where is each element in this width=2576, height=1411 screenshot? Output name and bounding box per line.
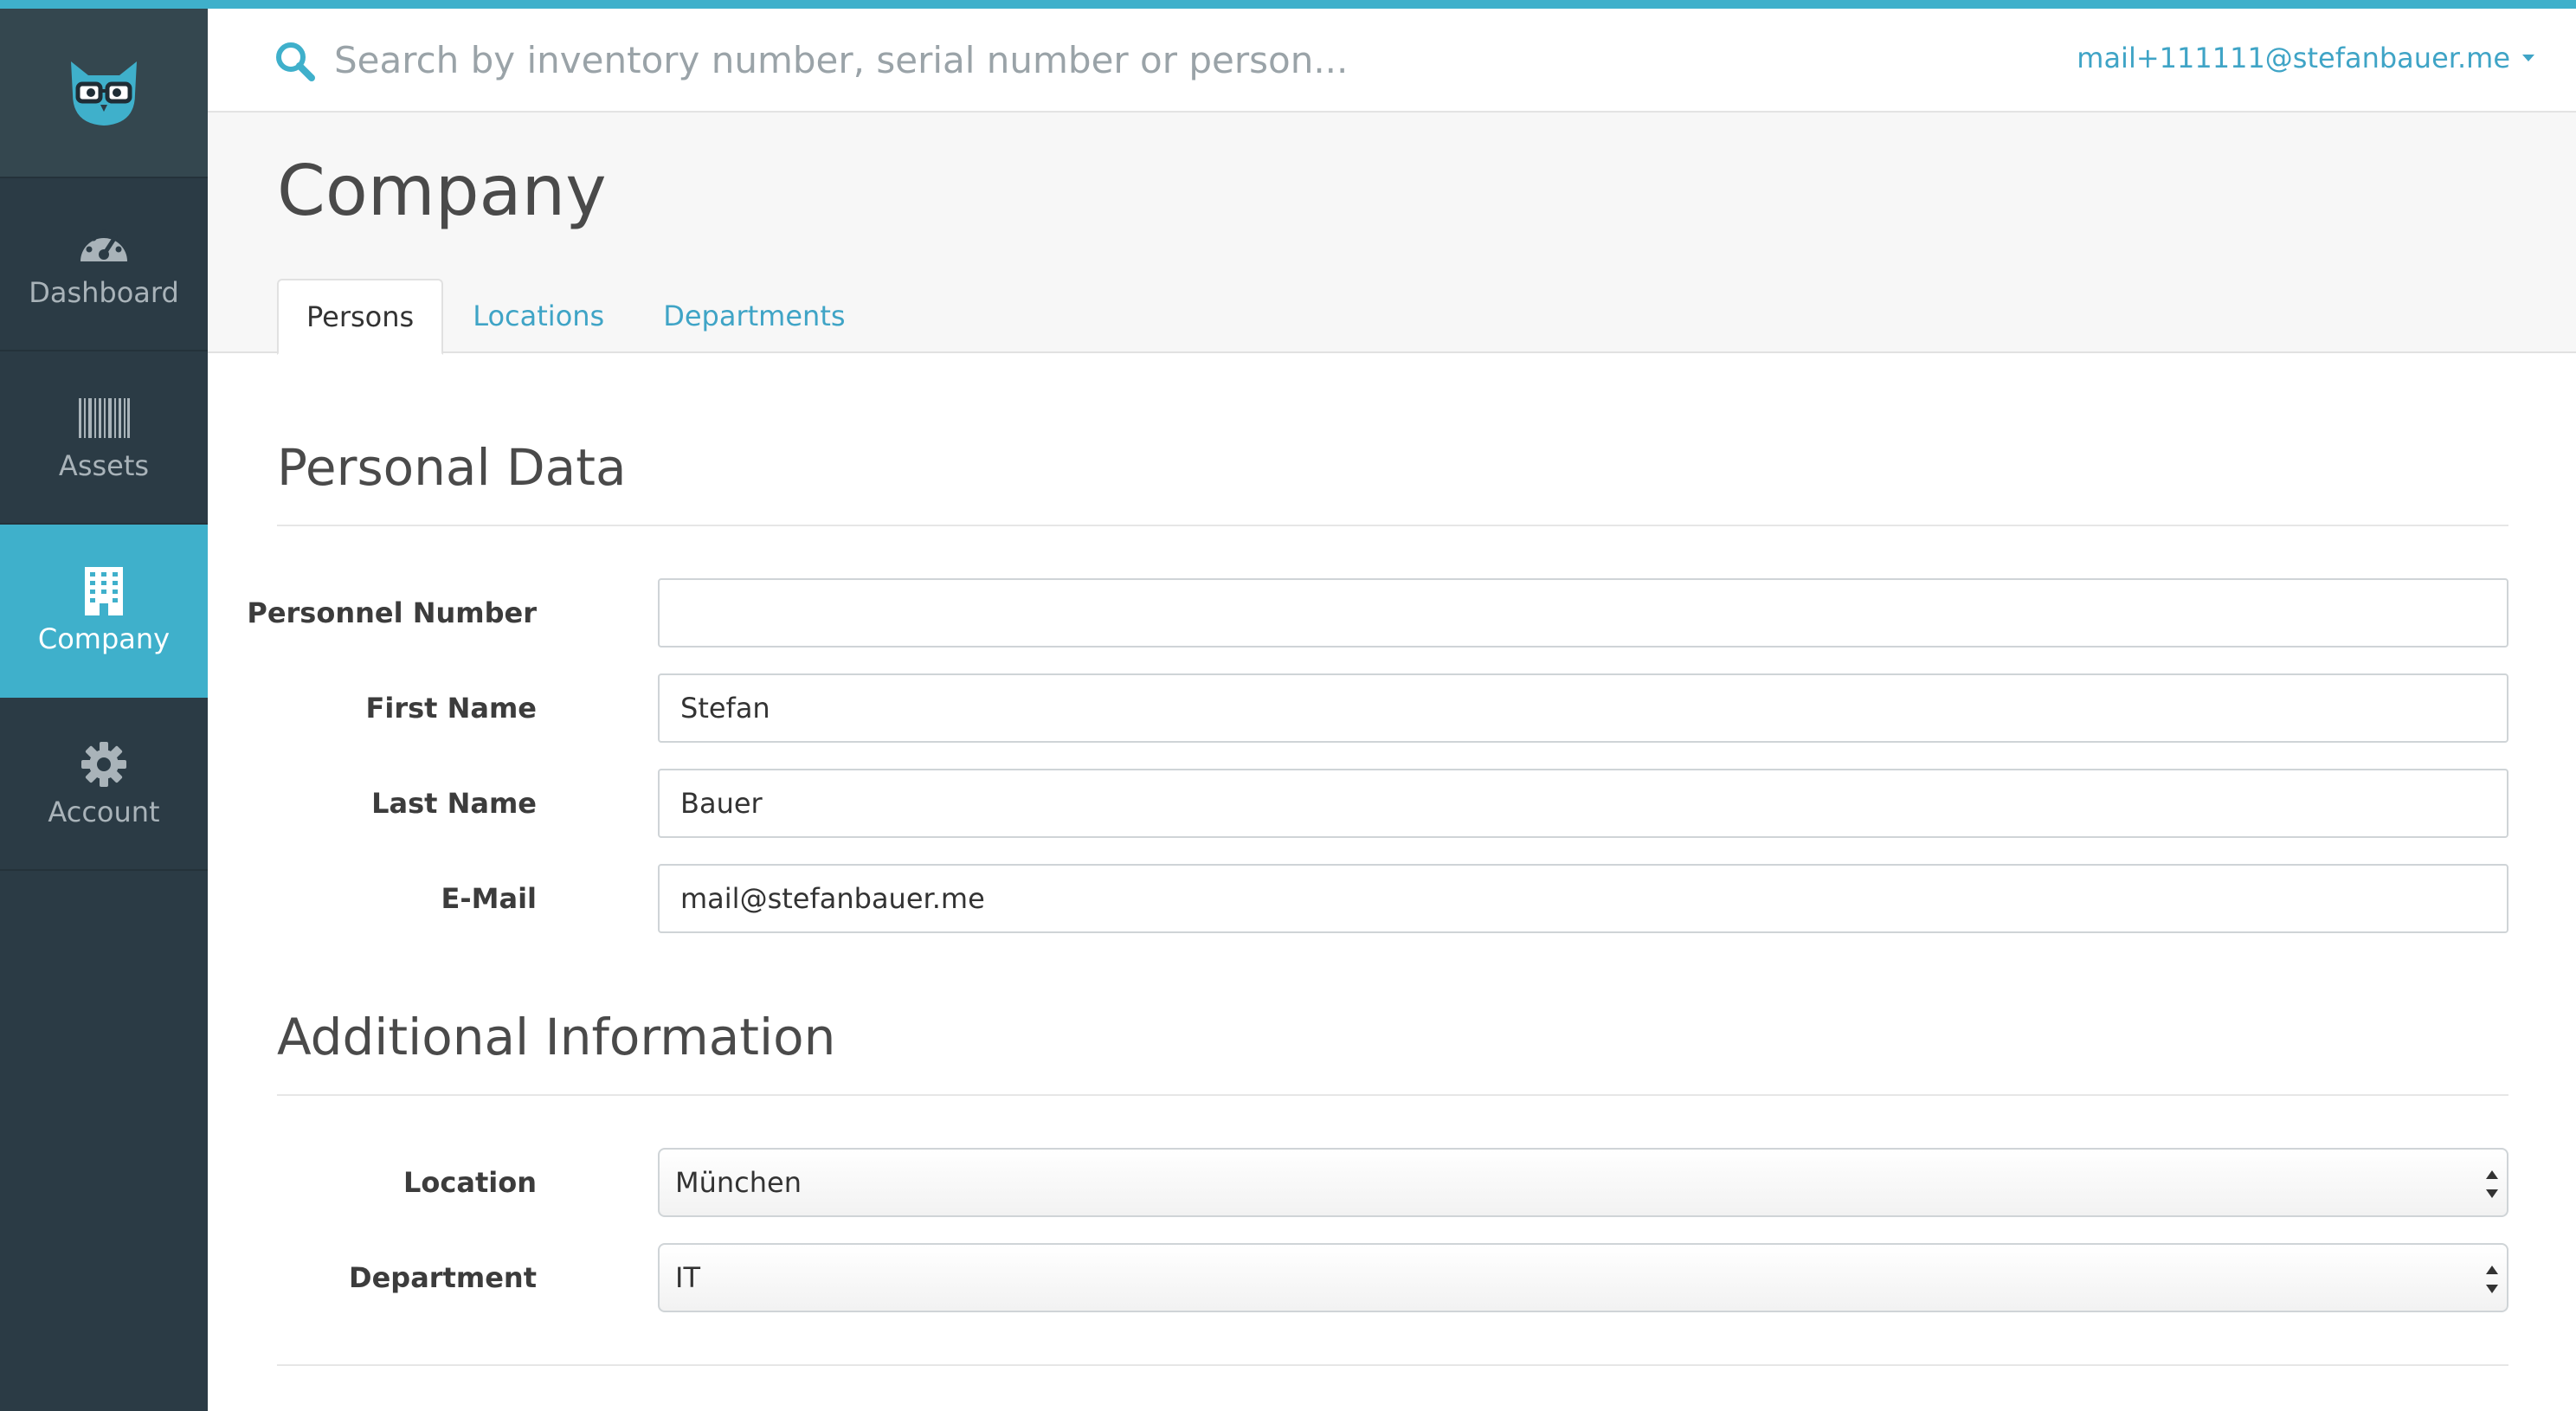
building-icon xyxy=(83,565,125,617)
form-row-email: E-Mail xyxy=(277,864,2508,933)
form-row-last-name: Last Name xyxy=(277,769,2508,838)
location-selected-value: München xyxy=(675,1166,802,1199)
form-bottom-divider xyxy=(277,1364,2508,1366)
select-arrows-icon xyxy=(2486,1169,2498,1200)
tab-locations[interactable]: Locations xyxy=(443,279,634,353)
sidebar-item-label: Assets xyxy=(58,449,150,482)
sidebar-item-company[interactable]: Company xyxy=(0,525,208,698)
department-label: Department xyxy=(349,1261,537,1294)
page-header: Company Persons Locations Departments xyxy=(208,113,2576,355)
barcode-icon xyxy=(77,392,131,444)
tab-bar: Persons Locations Departments xyxy=(277,279,875,355)
email-label: E-Mail xyxy=(441,882,537,915)
owl-logo-icon xyxy=(71,61,137,126)
first-name-field[interactable] xyxy=(658,673,2508,743)
top-accent-bar xyxy=(0,0,2576,9)
section-divider xyxy=(277,525,2508,526)
personal-data-heading: Personal Data xyxy=(277,438,627,497)
search-icon[interactable] xyxy=(274,40,317,87)
form-row-location: Location München xyxy=(277,1148,2508,1217)
additional-information-heading: Additional Information xyxy=(277,1008,836,1066)
user-menu[interactable]: mail+111111@stefanbauer.me xyxy=(2077,42,2534,74)
last-name-field[interactable] xyxy=(658,769,2508,838)
tab-departments[interactable]: Departments xyxy=(634,279,874,353)
sidebar-item-account[interactable]: Account xyxy=(0,698,208,871)
user-email: mail+111111@stefanbauer.me xyxy=(2077,42,2510,74)
sidebar-item-assets[interactable]: Assets xyxy=(0,351,208,525)
personnel-number-field[interactable] xyxy=(658,578,2508,648)
logo[interactable] xyxy=(0,9,208,178)
sidebar-item-dashboard[interactable]: Dashboard xyxy=(0,178,208,351)
gear-icon xyxy=(80,738,128,790)
sidebar-item-label: Company xyxy=(37,622,171,655)
personnel-number-label: Personnel Number xyxy=(247,596,537,629)
department-selected-value: IT xyxy=(675,1261,700,1294)
select-arrows-icon xyxy=(2486,1264,2498,1295)
search-input[interactable] xyxy=(334,29,1633,90)
top-header: mail+111111@stefanbauer.me xyxy=(208,9,2576,113)
form-row-department: Department IT xyxy=(277,1243,2508,1312)
location-label: Location xyxy=(403,1166,537,1199)
section-divider xyxy=(277,1094,2508,1096)
form-row-first-name: First Name xyxy=(277,673,2508,743)
chevron-down-icon xyxy=(2522,55,2534,61)
department-select[interactable]: IT xyxy=(658,1243,2508,1312)
page-title: Company xyxy=(277,151,607,231)
sidebar-item-label: Account xyxy=(48,796,160,828)
sidebar: Dashboard Assets Company Account xyxy=(0,9,208,1411)
email-field[interactable] xyxy=(658,864,2508,933)
first-name-label: First Name xyxy=(365,692,537,725)
last-name-label: Last Name xyxy=(371,787,537,820)
sidebar-item-label: Dashboard xyxy=(29,276,179,309)
location-select[interactable]: München xyxy=(658,1148,2508,1217)
tab-persons[interactable]: Persons xyxy=(277,279,444,355)
form-row-personnel-number: Personnel Number xyxy=(247,578,2508,648)
dashboard-gauge-icon xyxy=(77,219,131,271)
